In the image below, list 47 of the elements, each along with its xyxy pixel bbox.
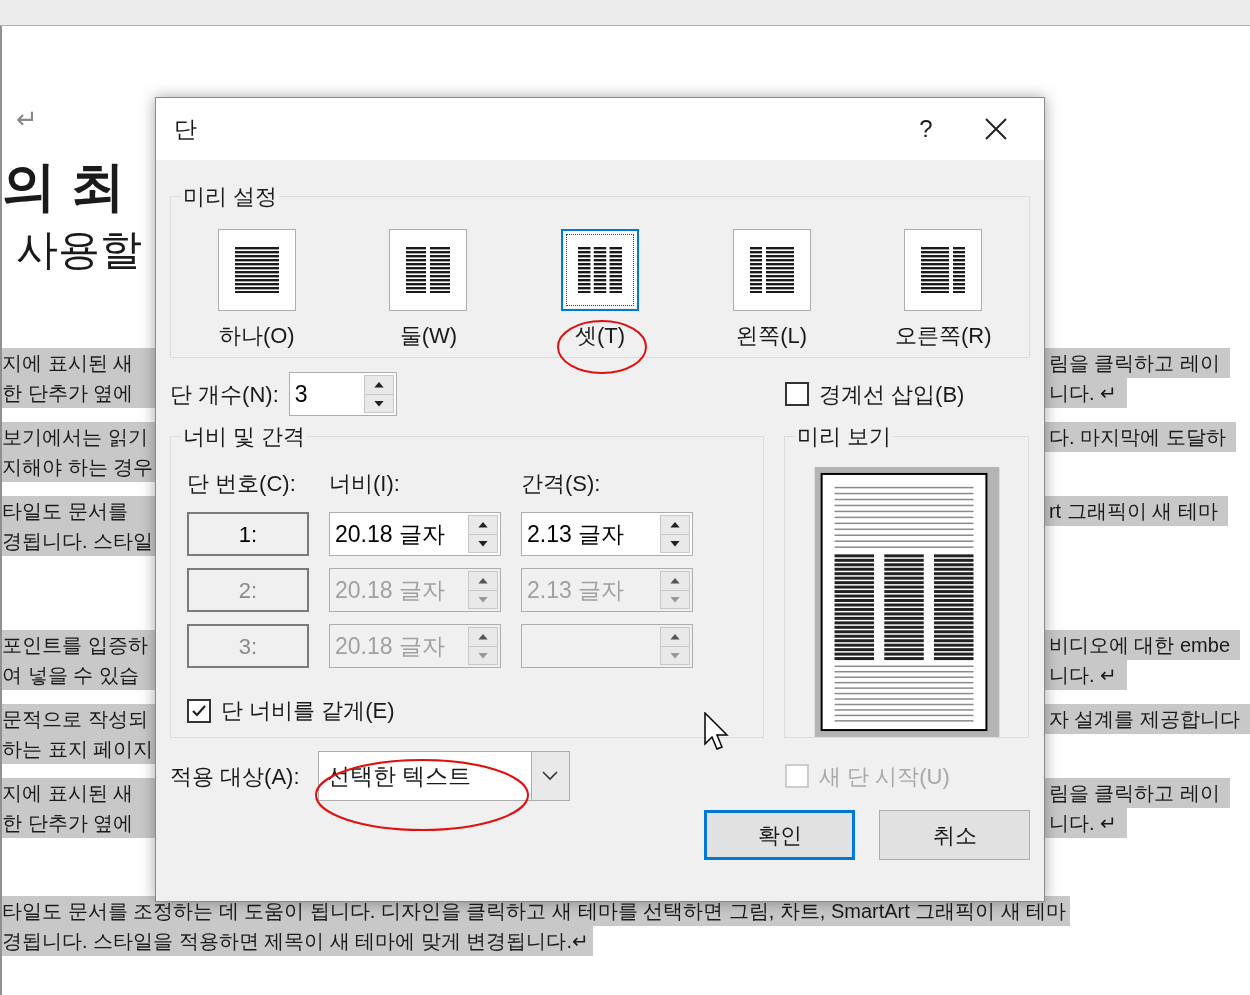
mouse-pointer-icon: [704, 712, 730, 752]
spacing-field[interactable]: [521, 624, 693, 668]
group-label: 너비 및 간격: [182, 423, 307, 451]
column-layout-icon: [578, 247, 622, 293]
preset-label: 왼쪽(L): [736, 322, 808, 350]
preset-option[interactable]: [904, 229, 983, 311]
preset-option[interactable]: [732, 229, 811, 311]
field-label: 단 개수(N):: [170, 380, 279, 409]
group-label: 미리 보기: [796, 423, 893, 451]
column-number: 1:: [187, 512, 309, 556]
column-number: 3:: [187, 624, 309, 668]
column-layout-icon: [921, 247, 966, 293]
preset-option[interactable]: [389, 229, 468, 311]
dialog-button[interactable]: 확인: [704, 810, 855, 860]
preset-label: 오른쪽(R): [894, 322, 992, 350]
dialog-button[interactable]: 취소: [879, 810, 1030, 860]
preset-option[interactable]: [217, 229, 296, 311]
document-subheading: 사용할: [16, 225, 142, 275]
column-header: 너비(I):: [329, 470, 400, 498]
checkbox-label: 경계선 삽입(B): [819, 380, 965, 409]
document-heading: 의 최: [2, 155, 125, 218]
column-header: 단 번호(C):: [187, 470, 296, 498]
checkbox[interactable]: [187, 698, 211, 723]
column-number: 2:: [187, 568, 309, 612]
check-icon: [191, 703, 207, 718]
close-icon: [984, 117, 1008, 141]
checkbox-label: 새 단 시작(U): [819, 762, 950, 791]
spacing-field[interactable]: 2.13 글자: [521, 512, 693, 556]
column-count-field[interactable]: 3: [288, 372, 397, 416]
chevron-down-icon: [542, 771, 559, 781]
group-label: 미리 설정: [182, 183, 279, 211]
dialog-title: 단: [174, 114, 197, 144]
preset-label: 셋(T): [574, 322, 626, 350]
column-layout-icon: [749, 247, 794, 293]
column-header: 간격(S):: [521, 470, 601, 498]
column-layout-icon: [406, 247, 451, 293]
checkbox-label: 단 너비를 같게(E): [221, 697, 395, 725]
column-layout-icon: [234, 247, 279, 293]
width-field[interactable]: 20.18 글자: [329, 512, 501, 556]
help-button[interactable]: ?: [896, 104, 956, 154]
preset-option[interactable]: [561, 229, 639, 311]
preset-label: 하나(O): [218, 322, 295, 350]
apply-to-dropdown[interactable]: 선택한 텍스트: [317, 751, 570, 801]
field-label: 적용 대상(A):: [170, 762, 300, 791]
preset-label: 둘(W): [399, 322, 458, 350]
return-mark: ↵: [16, 104, 38, 134]
checkbox[interactable]: [785, 382, 809, 406]
